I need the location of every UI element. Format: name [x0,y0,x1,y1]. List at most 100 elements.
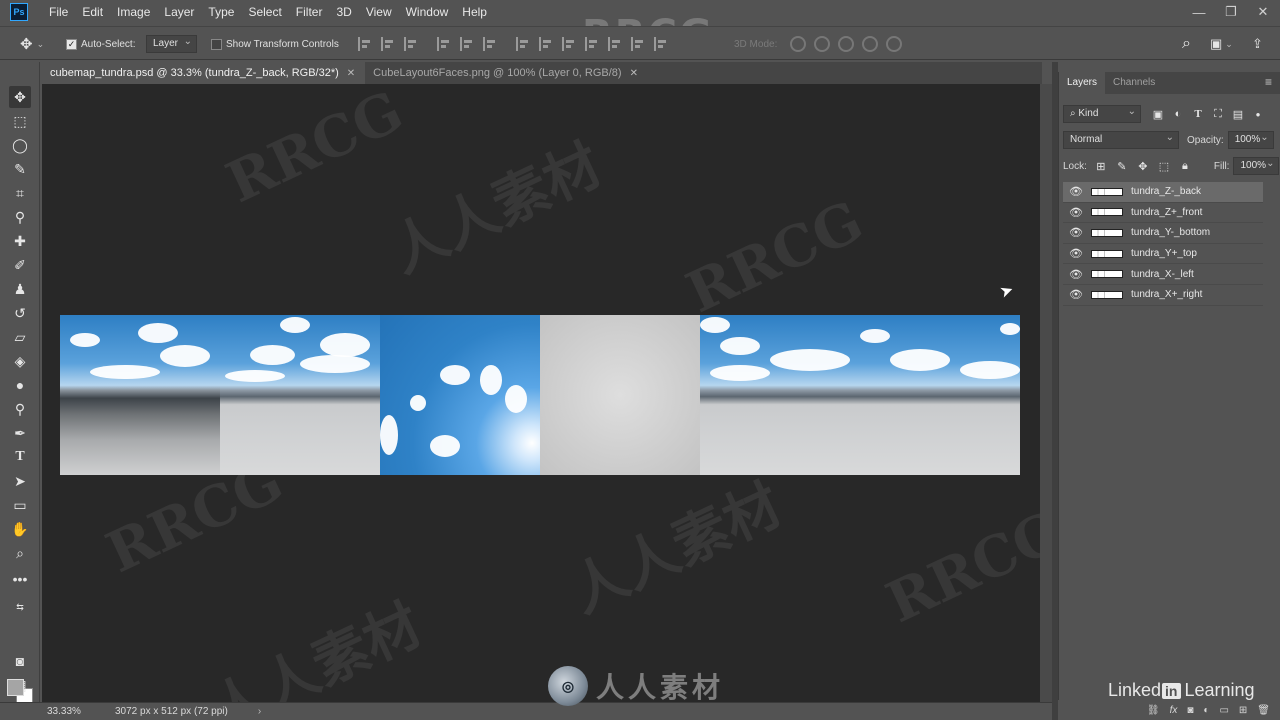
lock-pixels-icon[interactable]: ✎ [1115,159,1129,173]
clone-stamp-tool-icon[interactable]: ♟ [9,278,31,300]
brush-tool-icon[interactable]: ✐ [9,254,31,276]
3d-pan-icon[interactable] [838,36,854,52]
close-icon[interactable]: ✕ [1256,4,1270,20]
eyedropper-tool-icon[interactable]: ⚲ [9,206,31,228]
paint-bucket-tool-icon[interactable]: ◈ [9,350,31,372]
search-button[interactable]: ⌕ [1182,27,1191,61]
vertical-scrollbar[interactable] [1040,84,1052,702]
link-layers-icon[interactable]: ⛓ [1147,705,1160,716]
align-vcenter-icon[interactable] [381,37,395,51]
visibility-eye-icon[interactable]: 👁︎ [1067,288,1085,301]
kind-filter-dropdown[interactable]: ⌕ Kind [1063,104,1141,123]
visibility-eye-icon[interactable]: 👁︎ [1067,206,1085,219]
chevron-right-icon[interactable]: › [258,706,261,717]
new-group-icon[interactable]: ▭ [1219,705,1228,716]
more-tools-icon[interactable]: ••• [9,568,31,590]
show-transform-checkbox[interactable]: Show Transform Controls [211,27,339,61]
auto-select-checkbox[interactable]: ✓ Auto-Select: [66,27,135,61]
lasso-tool-icon[interactable]: ◯ [9,134,31,156]
align-right-icon[interactable] [483,37,497,51]
menu-3d[interactable]: 3D [329,0,358,24]
zoom-field[interactable]: 33.33% [0,706,81,717]
layer-row-x-plus-right[interactable]: 👁︎ tundra_X+_right [1063,284,1263,306]
quick-mask-icon[interactable]: ◙ [9,650,31,672]
healing-brush-tool-icon[interactable]: ✚ [9,230,31,252]
lock-all-icon[interactable]: 🔒︎ [1178,159,1192,173]
tab-layers[interactable]: Layers [1059,72,1106,94]
menu-help[interactable]: Help [455,0,494,24]
minimize-icon[interactable]: — [1192,5,1206,20]
tab-cubelayout[interactable]: CubeLayout6Faces.png @ 100% (Layer 0, RG… [365,62,648,84]
share-button[interactable]: ⇪ [1252,27,1263,61]
distribute-hcenter-icon[interactable] [608,37,622,51]
zoom-tool-icon[interactable]: ⌕ [9,542,31,564]
swap-colors-icon[interactable]: ⇆ [9,596,31,618]
layer-row-z-minus-back[interactable]: 👁︎ tundra_Z-_back [1063,182,1263,203]
new-layer-icon[interactable]: ⊞ [1239,705,1247,716]
visibility-eye-icon[interactable]: 👁︎ [1067,247,1085,260]
visibility-eye-icon[interactable]: 👁︎ [1067,185,1085,198]
blend-mode-dropdown[interactable]: Normal [1063,130,1179,149]
lock-artboard-icon[interactable]: ⬚ [1157,159,1171,173]
tab-channels[interactable]: Channels [1105,72,1163,94]
3d-slide-icon[interactable] [862,36,878,52]
3d-roll-icon[interactable] [814,36,830,52]
distribute-right-icon[interactable] [631,37,645,51]
3d-scale-icon[interactable] [886,36,902,52]
document-canvas[interactable]: RRCG 人人素材 RRCG RRCG 人人素材 RRCG 人人素材 ➤ [42,78,1073,720]
visibility-eye-icon[interactable]: 👁︎ [1067,268,1085,281]
foreground-color-swatch[interactable] [7,679,24,696]
type-filter-icon[interactable]: T [1191,107,1205,121]
menu-filter[interactable]: Filter [289,0,330,24]
blur-tool-icon[interactable]: ● [9,374,31,396]
rectangle-tool-icon[interactable]: ▭ [9,494,31,516]
menu-edit[interactable]: Edit [75,0,110,24]
visibility-eye-icon[interactable]: 👁︎ [1067,226,1085,239]
align-bottom-icon[interactable] [404,37,418,51]
eraser-tool-icon[interactable]: ▱ [9,326,31,348]
adjustment-filter-icon[interactable]: ◐ [1171,107,1185,121]
align-top-icon[interactable] [358,37,372,51]
layer-style-icon[interactable]: fx [1170,705,1178,716]
lock-position-icon[interactable]: ✥ [1136,159,1150,173]
lock-transparent-icon[interactable]: ⊞ [1094,159,1108,173]
tab-cubemap-tundra[interactable]: cubemap_tundra.psd @ 33.3% (tundra_Z-_ba… [42,62,366,84]
type-tool-icon[interactable]: T [9,446,31,468]
3d-rotate-icon[interactable] [790,36,806,52]
filter-toggle-icon[interactable]: ● [1251,107,1265,121]
menu-view[interactable]: View [359,0,399,24]
distribute-vcenter-icon[interactable] [539,37,553,51]
menu-image[interactable]: Image [110,0,157,24]
shape-filter-icon[interactable]: ⛶ [1211,107,1225,121]
layer-row-x-minus-left[interactable]: 👁︎ tundra_X-_left [1063,264,1263,285]
dodge-tool-icon[interactable]: ⚲ [9,398,31,420]
adjustment-layer-icon[interactable]: ◐ [1203,705,1209,716]
auto-align-icon[interactable] [654,37,668,51]
panel-menu-icon[interactable]: ≡ [1265,75,1272,89]
marquee-tool-icon[interactable]: ⬚ [9,110,31,132]
menu-select[interactable]: Select [241,0,288,24]
move-tool-icon[interactable]: ✥ [9,86,31,108]
menu-file[interactable]: File [42,0,75,24]
layer-row-y-minus-bottom[interactable]: 👁︎ tundra_Y-_bottom [1063,223,1263,244]
pixel-filter-icon[interactable]: ▣ [1151,107,1165,121]
auto-select-dropdown[interactable]: Layer [146,34,198,53]
align-hcenter-icon[interactable] [460,37,474,51]
crop-tool-icon[interactable]: ⌗ [9,182,31,204]
menu-window[interactable]: Window [399,0,456,24]
close-icon[interactable]: ✕ [347,68,355,79]
pen-tool-icon[interactable]: ✒ [9,422,31,444]
menu-layer[interactable]: Layer [157,0,201,24]
move-tool-preset[interactable]: ✥ ⌄ [20,27,44,61]
path-selection-tool-icon[interactable]: ➤ [9,470,31,492]
distribute-top-icon[interactable] [516,37,530,51]
align-left-icon[interactable] [437,37,451,51]
add-mask-icon[interactable]: ◙ [1187,705,1193,716]
quick-select-tool-icon[interactable]: ✎ [9,158,31,180]
layer-row-z-plus-front[interactable]: 👁︎ tundra_Z+_front [1063,202,1263,224]
delete-layer-icon[interactable]: 🗑︎ [1257,705,1270,716]
smart-object-filter-icon[interactable]: ▤ [1231,107,1245,121]
menu-type[interactable]: Type [201,0,241,24]
restore-icon[interactable]: ❐ [1224,4,1238,20]
fill-field[interactable]: 100% [1233,156,1280,175]
